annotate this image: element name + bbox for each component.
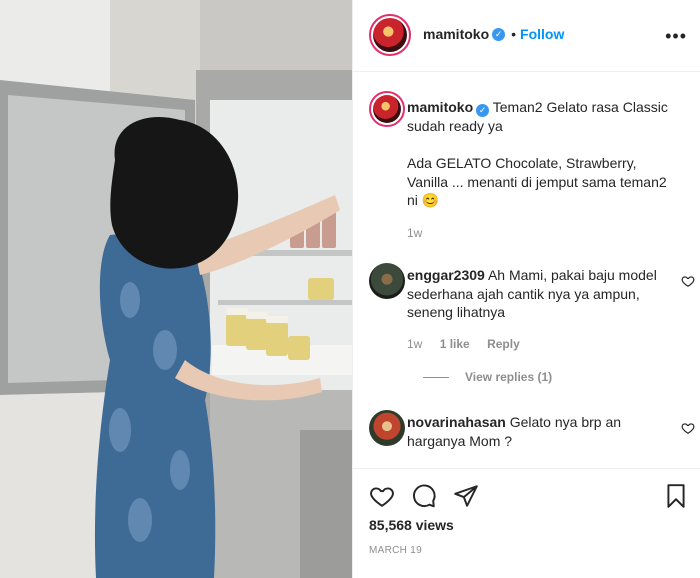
comment-time[interactable]: 1w	[407, 337, 422, 351]
comment-meta: 1w 1 like Reply	[407, 337, 534, 351]
comment-like-heart-icon[interactable]	[681, 274, 695, 288]
share-icon[interactable]	[453, 483, 479, 509]
caption-meta: 1w	[407, 226, 436, 240]
caption-avatar[interactable]	[369, 91, 405, 127]
comment-like-heart-icon[interactable]	[681, 421, 695, 435]
post-actions: 85,568 views MARCH 19	[353, 468, 700, 578]
commenter-avatar[interactable]	[369, 410, 405, 446]
replies-divider	[423, 376, 449, 378]
verified-badge-icon: ✓	[476, 104, 490, 117]
verified-badge-icon: ✓	[492, 27, 506, 41]
comments-list[interactable]: mamitoko ✓ Teman2 Gelato rasa Classic sud…	[353, 73, 700, 468]
author-username[interactable]: mamitoko	[423, 26, 489, 42]
post-details-panel: mamitoko ✓ • Follow ••• mamitoko ✓ Teman2…	[352, 0, 700, 578]
comment-likes[interactable]: 1 like	[440, 337, 470, 351]
caption-time[interactable]: 1w	[407, 226, 422, 240]
heart-icon[interactable]	[369, 483, 395, 509]
caption-username[interactable]: mamitoko	[407, 99, 473, 115]
view-count[interactable]: 85,568 views	[369, 517, 454, 533]
bookmark-icon[interactable]	[663, 483, 689, 509]
caption-text: mamitoko ✓ Teman2 Gelato rasa Classic sud…	[407, 98, 669, 210]
separator-dot: •	[511, 26, 517, 42]
reply-button[interactable]: Reply	[487, 337, 520, 351]
post-header: mamitoko ✓ • Follow •••	[353, 0, 700, 72]
post-media[interactable]	[0, 0, 352, 578]
post-date[interactable]: MARCH 19	[369, 545, 422, 556]
comment-text: enggar2309 Ah Mami, pakai baju model sed…	[407, 266, 669, 322]
follow-button[interactable]: Follow	[520, 26, 564, 42]
more-options-icon[interactable]: •••	[665, 26, 687, 47]
commenter-avatar[interactable]	[369, 263, 405, 299]
post-photo	[0, 0, 352, 578]
comment-text: novarinahasan Gelato nya brp an harganya…	[407, 413, 669, 450]
comment-username[interactable]: novarinahasan	[407, 414, 506, 430]
view-replies[interactable]: View replies (1)	[423, 370, 552, 384]
author-avatar[interactable]	[369, 14, 411, 56]
comment-icon[interactable]	[411, 483, 437, 509]
comment-username[interactable]: enggar2309	[407, 267, 485, 283]
view-replies-label[interactable]: View replies (1)	[465, 370, 552, 384]
caption-line-2: Ada GELATO Chocolate, Strawberry, Vanill…	[407, 155, 667, 208]
